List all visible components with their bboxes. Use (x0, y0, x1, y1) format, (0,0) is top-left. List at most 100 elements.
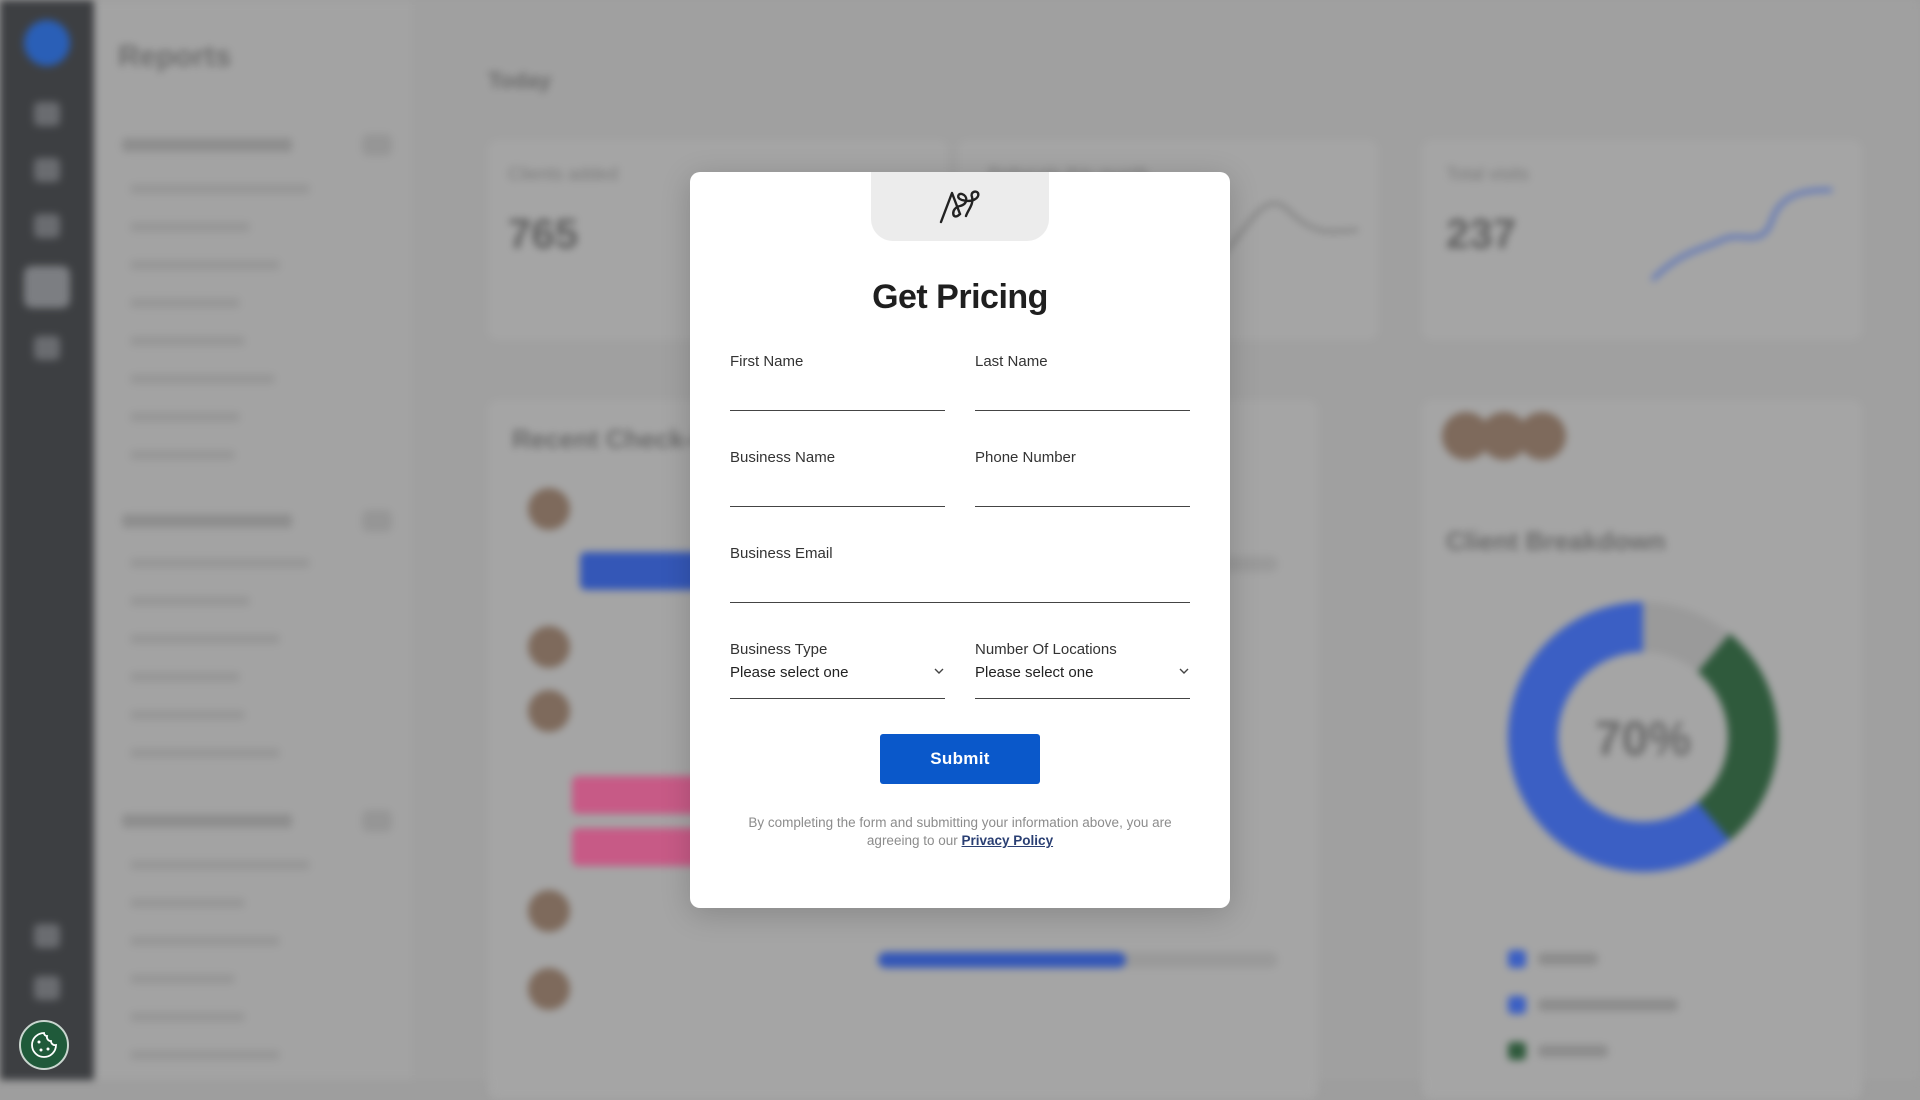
modal-title: Get Pricing (872, 278, 1048, 316)
business-name-field: Business Name (730, 449, 945, 509)
legend-swatch (1508, 996, 1526, 1014)
legend-swatch (1508, 1042, 1526, 1060)
number-of-locations-label: Number Of Locations (975, 641, 1117, 658)
last-name-label: Last Name (975, 353, 1048, 370)
business-email-label: Business Email (730, 545, 833, 562)
input-underline (730, 410, 945, 411)
subnav-item (130, 222, 250, 232)
calendar-icon (34, 214, 60, 238)
subnav-item (130, 184, 310, 194)
legend-label (1538, 1045, 1608, 1057)
avatar (528, 690, 570, 732)
legend-swatch (1508, 950, 1526, 968)
subnav-item (130, 1012, 245, 1022)
subnav-item (130, 298, 240, 308)
business-type-field: Business Type Please select one (730, 641, 945, 701)
input-underline (975, 410, 1190, 411)
subnav-group-toggle (362, 810, 392, 832)
chevron-down-icon[interactable] (933, 666, 945, 676)
stat-label: Clients added (508, 164, 619, 184)
subnav-item (130, 558, 310, 568)
phone-number-input[interactable] (975, 473, 1190, 505)
subnav-group-toggle (362, 510, 392, 532)
help-icon (34, 924, 60, 948)
avatar (1518, 412, 1566, 460)
submit-button[interactable]: Submit (880, 734, 1040, 784)
subnav-group-toggle (362, 134, 392, 156)
stat-value: 237 (1446, 210, 1517, 257)
settings-icon (34, 336, 60, 360)
disclaimer-text: By completing the form and submitting yo… (748, 815, 1172, 848)
legend-label (1538, 999, 1678, 1011)
sparkline (1652, 188, 1832, 282)
avatar (528, 488, 570, 530)
last-name-input[interactable] (975, 377, 1190, 409)
avatar (528, 968, 570, 1010)
client-breakdown-card: Client Breakdown 70% (1422, 400, 1862, 1100)
subnav-item (130, 672, 240, 682)
subnav-item (130, 596, 250, 606)
subnav-item (130, 936, 280, 946)
progress-bar (878, 952, 1278, 968)
donut-percent: 70% (1594, 713, 1692, 766)
client-breakdown-title: Client Breakdown (1446, 526, 1666, 556)
cookie-icon (31, 1032, 57, 1058)
reports-icon (24, 266, 70, 308)
stat-label: Total visits (1446, 164, 1530, 184)
input-underline (730, 602, 1190, 603)
input-underline (975, 506, 1190, 507)
subnav-item (130, 710, 245, 720)
icon-rail (0, 0, 94, 1080)
home-icon (34, 102, 60, 126)
first-name-field: First Name (730, 353, 945, 413)
stat-value: 765 (508, 210, 579, 257)
subnav-item (130, 974, 235, 984)
breadcrumb: Today (488, 68, 552, 93)
reports-title: Reports (118, 40, 232, 73)
business-type-select[interactable]: Please select one (730, 664, 848, 681)
subnav-item (130, 898, 245, 908)
donut-chart: 70% (1508, 602, 1778, 872)
business-email-input[interactable] (730, 569, 1190, 601)
chevron-down-icon[interactable] (1178, 666, 1190, 676)
business-type-label: Business Type (730, 641, 828, 658)
first-name-input[interactable] (730, 377, 945, 409)
subnav-item (130, 1050, 280, 1060)
subnav-item (130, 260, 280, 270)
subnav-item (130, 450, 235, 460)
number-of-locations-field: Number Of Locations Please select one (975, 641, 1190, 701)
notifications-icon (34, 976, 60, 1000)
business-name-label: Business Name (730, 449, 836, 466)
logo-tab (871, 172, 1049, 241)
phone-number-field: Phone Number (975, 449, 1190, 509)
privacy-disclaimer: By completing the form and submitting yo… (730, 814, 1190, 850)
cookie-settings-button[interactable] (19, 1020, 69, 1070)
subnav-group (122, 814, 292, 828)
subnav-item (130, 634, 280, 644)
business-name-input[interactable] (730, 473, 945, 505)
business-email-field: Business Email (730, 545, 1190, 605)
stat-card: Total visits 237 (1422, 140, 1862, 340)
last-name-field: Last Name (975, 353, 1190, 413)
brand-logo-icon (939, 189, 980, 223)
reports-subnav: Reports (94, 0, 412, 1080)
subnav-item (130, 336, 245, 346)
number-of-locations-select[interactable]: Please select one (975, 664, 1093, 681)
get-pricing-modal: Get Pricing First Name Last Name Busines… (690, 172, 1230, 908)
input-underline (730, 506, 945, 507)
app-logo (24, 20, 70, 66)
legend-label (1538, 953, 1598, 965)
privacy-policy-link[interactable]: Privacy Policy (962, 833, 1054, 848)
phone-number-label: Phone Number (975, 449, 1076, 466)
subnav-item (130, 374, 275, 384)
select-underline (975, 698, 1190, 699)
search-icon (34, 158, 60, 182)
subnav-item (130, 748, 280, 758)
subnav-item (130, 860, 310, 870)
first-name-label: First Name (730, 353, 804, 370)
avatar (528, 626, 570, 668)
avatar (528, 890, 570, 932)
subnav-group (122, 138, 292, 152)
subnav-item (130, 412, 240, 422)
select-underline (730, 698, 945, 699)
